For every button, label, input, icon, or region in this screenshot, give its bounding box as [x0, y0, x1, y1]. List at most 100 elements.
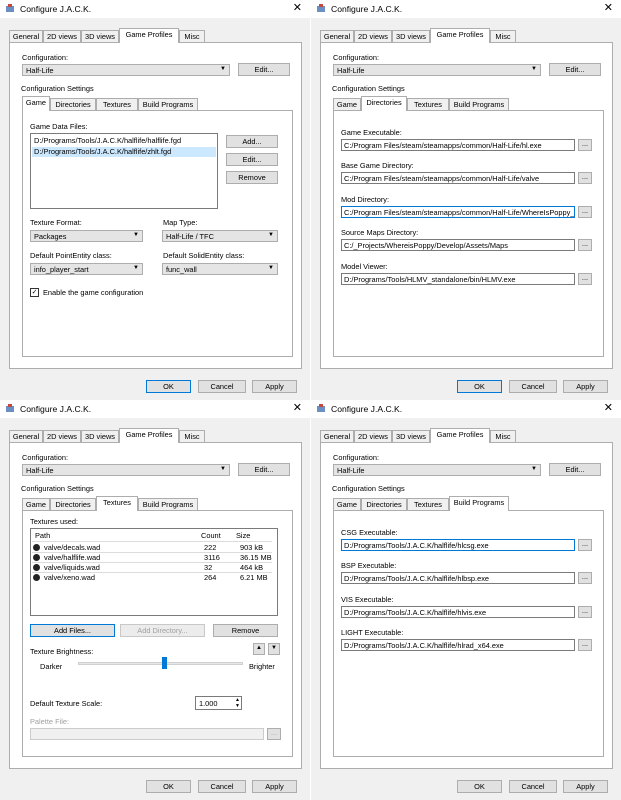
cancel-button[interactable]: Cancel [198, 780, 246, 793]
tab-2d-views[interactable]: 2D views [354, 30, 392, 42]
tab-game-profiles[interactable]: Game Profiles [119, 28, 179, 43]
light-executable-field[interactable]: D:/Programs/Tools/J.A.C.K/halflife/hlrad… [341, 639, 575, 651]
palette-file-field[interactable] [30, 728, 264, 740]
subtab-game[interactable]: Game [22, 96, 50, 111]
enable-game-checkbox[interactable]: ✓ [30, 288, 39, 297]
add-fgd-button[interactable]: Add... [226, 135, 278, 148]
add-files-button[interactable]: Add Files... [30, 624, 115, 637]
tab-general[interactable]: General [320, 30, 354, 42]
map-type-select[interactable]: Half-Life / TFC ▼ [162, 230, 278, 242]
move-down-arrow-icon[interactable]: ▼ [268, 643, 280, 655]
close-icon[interactable]: ✕ [293, 402, 302, 414]
tab-game-profiles[interactable]: Game Profiles [119, 428, 179, 443]
tab-misc[interactable]: Misc [179, 430, 205, 442]
add-directory-button[interactable]: Add Directory... [120, 624, 205, 637]
column-header-count[interactable]: Count [201, 531, 221, 540]
subtab-directories[interactable]: Directories [361, 96, 407, 111]
subtab-directories[interactable]: Directories [361, 498, 407, 510]
tab-general[interactable]: General [9, 30, 43, 42]
subtab-game[interactable]: Game [333, 98, 361, 110]
cancel-button[interactable]: Cancel [198, 380, 246, 393]
browse-mod-directory-button[interactable]: ... [578, 206, 592, 218]
table-row[interactable]: valve/xeno.wad 264 6.21 MB [32, 573, 272, 582]
tab-game-profiles[interactable]: Game Profiles [430, 428, 490, 443]
ok-button[interactable]: OK [457, 380, 502, 393]
config-edit-button[interactable]: Edit... [549, 63, 601, 76]
tab-misc[interactable]: Misc [490, 430, 516, 442]
apply-button[interactable]: Apply [563, 380, 608, 393]
configuration-select[interactable]: Half-Life ▼ [333, 464, 541, 476]
tab-misc[interactable]: Misc [490, 30, 516, 42]
apply-button[interactable]: Apply [252, 380, 297, 393]
subtab-game[interactable]: Game [333, 498, 361, 510]
subtab-textures[interactable]: Textures [407, 98, 449, 110]
browse-palette-button[interactable]: ... [267, 728, 281, 740]
tab-3d-views[interactable]: 3D views [392, 30, 430, 42]
close-icon[interactable]: ✕ [604, 402, 613, 414]
apply-button[interactable]: Apply [252, 780, 297, 793]
tab-2d-views[interactable]: 2D views [43, 30, 81, 42]
config-edit-button[interactable]: Edit... [238, 463, 290, 476]
csg-executable-field[interactable]: D:/Programs/Tools/J.A.C.K/halflife/hlcsg… [341, 539, 575, 551]
subtab-build-programs[interactable]: Build Programs [138, 498, 198, 510]
browse-model-viewer-button[interactable]: ... [578, 273, 592, 285]
config-edit-button[interactable]: Edit... [238, 63, 290, 76]
game-executable-field[interactable]: C:/Program Files/steam/steamapps/common/… [341, 139, 575, 151]
subtab-textures[interactable]: Textures [407, 498, 449, 510]
column-header-path[interactable]: Path [35, 531, 50, 540]
close-icon[interactable]: ✕ [604, 2, 613, 14]
tab-2d-views[interactable]: 2D views [354, 430, 392, 442]
ok-button[interactable]: OK [146, 780, 191, 793]
subtab-directories[interactable]: Directories [50, 498, 96, 510]
base-game-directory-field[interactable]: C:/Program Files/steam/steamapps/common/… [341, 172, 575, 184]
edit-fgd-button[interactable]: Edit... [226, 153, 278, 166]
subtab-build-programs[interactable]: Build Programs [449, 98, 509, 110]
tab-game-profiles[interactable]: Game Profiles [430, 28, 490, 43]
subtab-textures[interactable]: Textures [96, 496, 138, 511]
vis-executable-field[interactable]: D:/Programs/Tools/J.A.C.K/halflife/hlvis… [341, 606, 575, 618]
tab-3d-views[interactable]: 3D views [81, 430, 119, 442]
table-row[interactable]: valve/liquids.wad 32 464 kB [32, 563, 272, 572]
configuration-select[interactable]: Half-Life ▼ [22, 464, 230, 476]
browse-source-maps-button[interactable]: ... [578, 239, 592, 251]
ok-button[interactable]: OK [146, 380, 191, 393]
texture-scale-stepper[interactable]: 1.000 ▲ ▼ [195, 696, 242, 710]
mod-directory-field[interactable]: C:/Program Files/steam/steamapps/common/… [341, 206, 575, 218]
tab-general[interactable]: General [320, 430, 354, 442]
browse-csg-button[interactable]: ... [578, 539, 592, 551]
table-row[interactable]: valve/halflife.wad 3116 36.15 MB [32, 553, 272, 562]
tab-3d-views[interactable]: 3D views [392, 430, 430, 442]
browse-bsp-button[interactable]: ... [578, 572, 592, 584]
remove-fgd-button[interactable]: Remove [226, 171, 278, 184]
source-maps-directory-field[interactable]: C:/_Projects/WhereisPoppy/Develop/Assets… [341, 239, 575, 251]
tab-general[interactable]: General [9, 430, 43, 442]
ok-button[interactable]: OK [457, 780, 502, 793]
bsp-executable-field[interactable]: D:/Programs/Tools/J.A.C.K/halflife/hlbsp… [341, 572, 575, 584]
browse-vis-button[interactable]: ... [578, 606, 592, 618]
column-header-size[interactable]: Size [236, 531, 250, 540]
move-up-arrow-icon[interactable]: ▲ [253, 643, 265, 655]
remove-texture-button[interactable]: Remove [213, 624, 278, 637]
table-row[interactable]: valve/decals.wad 222 903 kB [32, 543, 272, 552]
model-viewer-field[interactable]: D:/Programs/Tools/HLMV_standalone/bin/HL… [341, 273, 575, 285]
subtab-build-programs[interactable]: Build Programs [449, 496, 509, 511]
close-icon[interactable]: ✕ [293, 2, 302, 14]
list-item[interactable]: D:/Programs/Tools/J.A.C.K/halflife/zhlt.… [32, 147, 216, 157]
subtab-textures[interactable]: Textures [96, 98, 138, 110]
default-point-entity-select[interactable]: info_player_start ▼ [30, 263, 143, 275]
brightness-slider-thumb[interactable] [161, 657, 167, 669]
subtab-directories[interactable]: Directories [50, 98, 96, 110]
default-solid-entity-select[interactable]: func_wall ▼ [162, 263, 278, 275]
tab-2d-views[interactable]: 2D views [43, 430, 81, 442]
tab-misc[interactable]: Misc [179, 30, 205, 42]
tab-3d-views[interactable]: 3D views [81, 30, 119, 42]
browse-base-directory-button[interactable]: ... [578, 172, 592, 184]
game-data-files-list[interactable]: D:/Programs/Tools/J.A.C.K/halflife/halfl… [30, 133, 218, 209]
configuration-select[interactable]: Half-Life ▼ [333, 64, 541, 76]
apply-button[interactable]: Apply [563, 780, 608, 793]
list-item[interactable]: D:/Programs/Tools/J.A.C.K/halflife/halfl… [32, 136, 216, 146]
browse-light-button[interactable]: ... [578, 639, 592, 651]
texture-format-select[interactable]: Packages ▼ [30, 230, 143, 242]
brightness-slider-track[interactable] [78, 662, 243, 665]
cancel-button[interactable]: Cancel [509, 380, 557, 393]
